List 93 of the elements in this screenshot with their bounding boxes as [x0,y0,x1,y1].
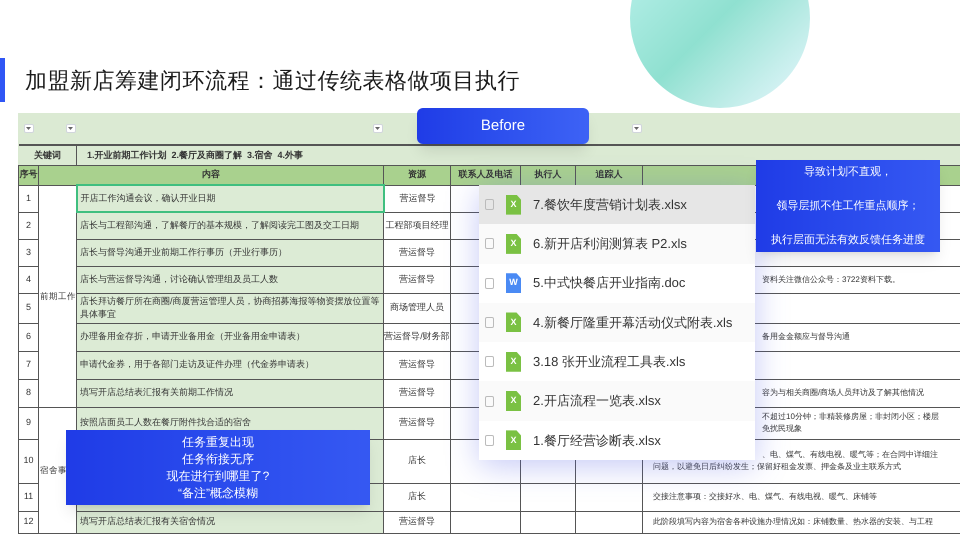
row-number: 2 [18,212,38,239]
file-list-item[interactable]: X 4.新餐厅隆重开幕活动仪式附表.xls [479,302,755,342]
content-cell: 填写开店总结表汇报有关前期工作情况 [76,379,384,407]
spreadsheet-file-icon: X [506,194,521,215]
row-number: 5 [18,293,38,323]
checkbox[interactable] [485,278,494,289]
keyword-list: 1.开业前期工作计划 2.餐厅及商圈了解 3.宿舍 4.外事 [76,145,960,165]
callout-text: 现在进行到哪里了? [166,468,270,484]
resource-cell: 工程部项目经理 [384,212,450,239]
remark-text: 不超过10分钟；非精装修房屋；非封闭小区；楼层 [762,411,939,423]
resource-cell: 营运督导 [384,511,450,533]
file-name: 4.新餐厅隆重开幕活动仪式附表.xls [533,314,732,332]
content-cell: 申请代金券，用于各部门走访及证件办理（代金券申请表） [76,351,384,379]
file-name: 2.开店流程一览表.xlsx [533,392,661,410]
row-number: 1 [18,185,38,212]
spreadsheet-file-icon: X [506,391,521,412]
file-list-item[interactable]: X 2.开店流程一览表.xlsx [479,381,755,421]
spreadsheet-file-icon: X [506,312,521,332]
remark-text: 免扰民现象 [762,423,802,435]
content-cell: 开店工作沟通会议，确认开业日期 [76,185,384,212]
remark-text: 、电、煤气、有线电视、暖气等；在合同中详细注 [762,449,938,461]
category-cell: 前期工作 [40,290,76,302]
callout-text: 导致计划不直观， [804,165,892,180]
remark-text: 问题，以避免日后纠纷发生；保留好租金发票、押金条及业主联系方式 [653,461,901,473]
file-list-item[interactable]: X 6.新开店利润测算表 P2.xls [479,224,755,264]
file-list-item[interactable]: X 3.18 张开业流程工具表.xls [479,342,755,382]
resource-cell: 营运督导 [384,185,450,212]
checkbox[interactable] [485,238,494,250]
callout-text: 执行层面无法有效反馈任务进度 [771,232,925,248]
row-number: 3 [18,239,38,266]
checkbox[interactable] [485,356,494,368]
content-cell: 填写开店总结表汇报有关宿舍情况 [76,511,384,533]
resource-cell: 营运督导 [384,407,450,439]
remark-text: 容为与相关商圈/商场人员拜访及了解其他情况 [762,387,924,399]
file-name: 1.餐厅经营诊断表.xlsx [533,432,661,450]
keyword-label: 关键词 [18,145,76,165]
remark-text: 此阶段填写内容为宿舍各种设施办理情况如：床铺数量、热水器的安装、与工程 [653,516,933,528]
file-name: 5.中式快餐店开业指南.doc [533,274,686,292]
spreadsheet-file-icon: X [506,234,521,254]
category-cell: 宿舍事 [40,464,67,476]
remark-text: 备用金金额应与督导沟通 [762,331,850,343]
row-number: 10 [18,439,38,483]
callout-text: “备注”概念模糊 [178,484,258,502]
file-name: 6.新开店利润测算表 P2.xls [533,235,687,254]
callout-text: 任务衔接无序 [182,450,254,468]
content-cell: 店长与工程部沟通，了解餐厅的基本规模，了解阅读完工图及交工日期 [76,212,384,239]
row-number: 12 [18,511,38,533]
row-number: 7 [18,351,38,379]
file-list-item[interactable]: X 7.餐饮年度营销计划表.xlsx [479,185,755,224]
callout-text: 领导层抓不住工作重点顺序； [776,198,920,214]
row-number: 6 [18,323,38,351]
before-badge: Before [417,108,589,144]
content-cell: 店长拜访餐厅所在商圈/商厦营运管理人员，协商招募海报等物资摆放位置等具体事宜 [76,293,384,323]
remark-text: 交接注意事项：交接好水、电、煤气、有线电视、暖气、床铺等 [653,491,877,503]
resource-cell: 营运督导 [384,266,450,293]
file-list-item[interactable]: X 1.餐厅经营诊断表.xlsx [479,420,755,460]
content-cell: 办理备用金存折，申请开业备用金（开业备用金申请表） [76,323,384,351]
checkbox[interactable] [485,396,494,407]
resource-cell: 营运督导/财务部 [384,323,450,351]
row-number: 8 [18,379,38,407]
row-number: 11 [18,483,38,511]
spreadsheet-file-icon: X [506,430,521,450]
resource-cell: 营运督导 [384,239,450,266]
accent-bar [0,58,5,102]
resource-cell: 营运督导 [384,379,450,407]
column-header: 资源 [384,165,450,185]
row-number: 9 [18,407,38,439]
filter-dropdown-button[interactable] [66,124,76,133]
resource-cell: 商场管理人员 [384,293,450,323]
checkbox[interactable] [485,434,494,446]
resource-cell: 店长 [384,439,450,483]
file-name: 3.18 张开业流程工具表.xls [533,353,686,372]
filter-dropdown-button[interactable] [632,124,642,133]
filter-dropdown-button[interactable] [372,124,382,133]
spreadsheet-file-icon: X [506,352,521,372]
content-cell: 店长与督导沟通开业前期工作行事历（开业行事历） [76,239,384,266]
column-header: 序号 [18,165,38,185]
page-title: 加盟新店筹建闭环流程：通过传统表格做项目执行 [25,66,520,94]
caret-icon [26,127,31,130]
resource-cell: 营运督导 [384,351,450,379]
checkbox[interactable] [485,199,494,210]
checkbox[interactable] [485,316,494,328]
filter-dropdown-button[interactable] [24,124,34,133]
document-file-icon: W [506,273,521,294]
row-number: 4 [18,266,38,293]
caret-icon [634,127,639,130]
caret-icon [375,127,380,130]
file-name: 7.餐饮年度营销计划表.xlsx [533,196,687,214]
content-cell: 店长与营运督导沟通，讨论确认管理组及员工人数 [76,266,384,293]
resource-cell: 店长 [384,483,450,511]
caret-icon [68,127,73,130]
remark-text: 资料关注微信公众号：3722资料下载。 [762,274,900,286]
file-list-item[interactable]: W 5.中式快餐店开业指南.doc [479,264,755,303]
